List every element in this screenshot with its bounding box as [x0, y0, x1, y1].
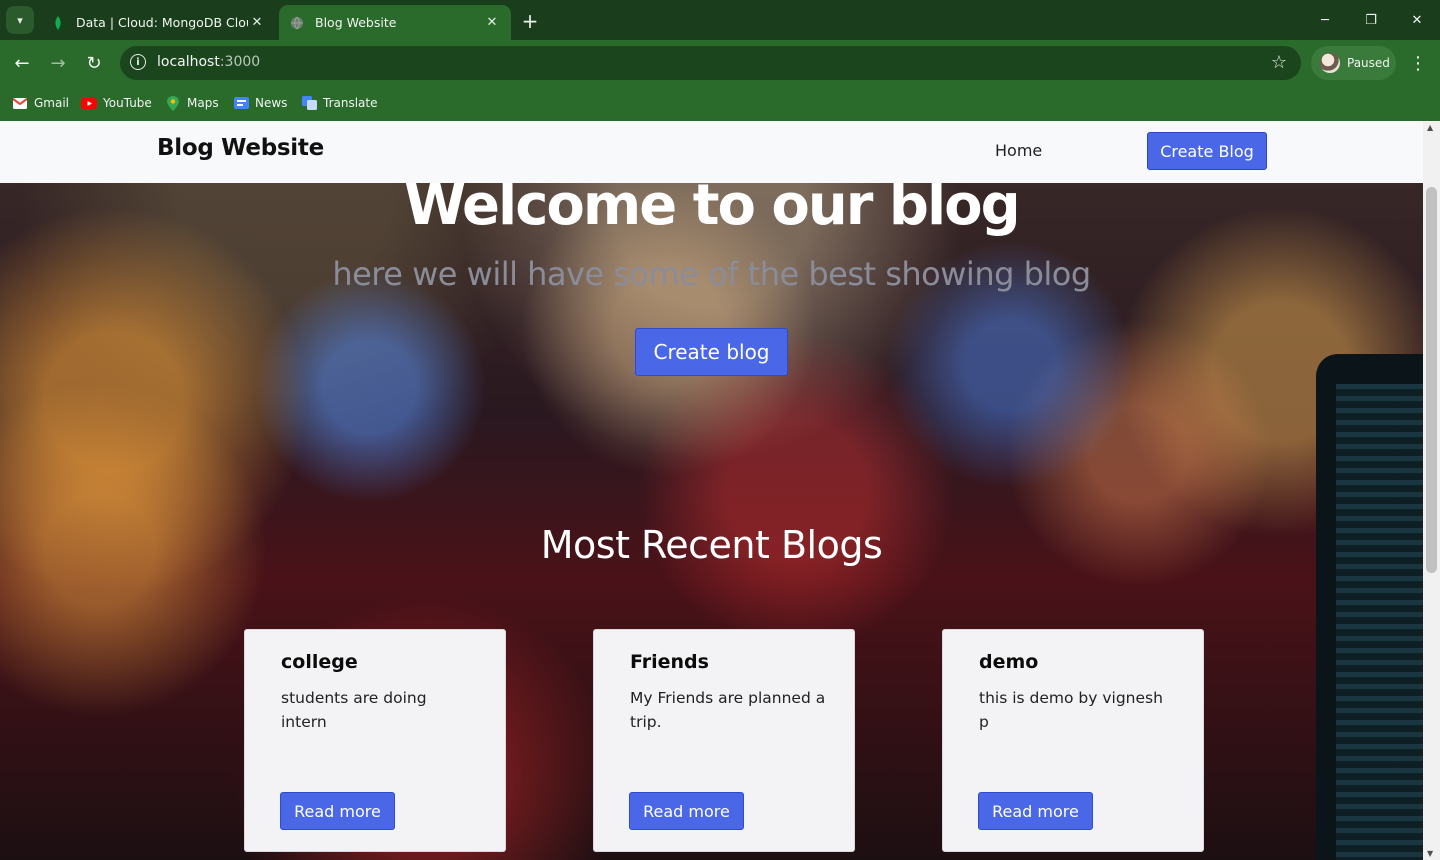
bookmark-label: Translate: [323, 96, 378, 110]
url-host: localhost: [157, 54, 220, 70]
globe-icon: [289, 15, 305, 31]
arrow-right-icon: →: [50, 52, 66, 74]
background-laptop: [1316, 354, 1423, 860]
chevron-down-icon: ▾: [17, 13, 23, 27]
plus-icon: +: [521, 9, 539, 33]
scrollbar-thumb[interactable]: [1426, 187, 1437, 573]
close-icon[interactable]: ✕: [248, 14, 266, 32]
tab-mongodb[interactable]: Data | Cloud: MongoDB Cloud ✕: [40, 5, 276, 40]
blog-card: demo this is demo by vignesh p Read more: [942, 629, 1204, 852]
blog-card: college students are doing intern Read m…: [244, 629, 506, 852]
read-more-button[interactable]: Read more: [280, 792, 395, 830]
kebab-menu-icon: ⋮: [1409, 52, 1427, 74]
bookmark-gmail[interactable]: Gmail: [12, 92, 69, 114]
hero-background-image: Welcome to our blog here we will have so…: [0, 121, 1423, 860]
reload-icon: ↻: [86, 52, 102, 74]
bookmark-maps[interactable]: Maps: [165, 92, 219, 114]
scroll-down-arrow-icon[interactable]: ▼: [1427, 849, 1433, 858]
gmail-icon: [12, 95, 28, 111]
blog-card-excerpt: students are doing intern: [281, 689, 427, 731]
bookmark-translate[interactable]: Translate: [301, 92, 378, 114]
page-scrollbar[interactable]: ▲ ▼: [1423, 121, 1440, 860]
bookmarks-bar: Gmail YouTube Maps News Translate: [0, 86, 1440, 121]
bookmark-label: Maps: [187, 96, 219, 110]
blog-card-title: college: [281, 651, 358, 673]
background-laptop-screen: [1336, 384, 1423, 860]
youtube-icon: [81, 95, 97, 111]
bookmark-label: News: [255, 96, 288, 110]
new-tab-button[interactable]: +: [518, 9, 542, 33]
hero-subtitle: here we will have some of the best showi…: [332, 255, 1091, 293]
nav-create-blog-button[interactable]: Create Blog: [1147, 132, 1267, 170]
bookmark-star-icon[interactable]: ☆: [1271, 52, 1287, 73]
tab-search-button[interactable]: ▾: [6, 6, 34, 34]
restore-button[interactable]: ❐: [1348, 0, 1394, 40]
bookmark-label: Gmail: [34, 96, 70, 110]
url-text[interactable]: localhost:3000: [157, 54, 260, 70]
hero-create-blog-button[interactable]: Create blog: [635, 328, 788, 376]
minimize-button[interactable]: ─: [1302, 0, 1348, 40]
url-port: :3000: [219, 54, 261, 70]
arrow-left-icon: ←: [14, 52, 30, 74]
maps-icon: [165, 95, 181, 111]
forward-button[interactable]: →: [44, 49, 72, 77]
bookmark-label: YouTube: [103, 96, 152, 110]
browser-menu-button[interactable]: ⋮: [1406, 49, 1430, 77]
bookmark-youtube[interactable]: YouTube: [81, 92, 152, 114]
profile-status: Paused: [1347, 56, 1390, 70]
read-more-button[interactable]: Read more: [629, 792, 744, 830]
page-viewport: Welcome to our blog here we will have so…: [0, 121, 1440, 860]
reload-button[interactable]: ↻: [80, 49, 108, 77]
translate-icon: [301, 95, 317, 111]
close-icon[interactable]: ✕: [483, 14, 501, 32]
close-icon: ✕: [1411, 12, 1423, 28]
mongodb-leaf-icon: [50, 15, 66, 31]
window-close-button[interactable]: ✕: [1394, 0, 1440, 40]
address-bar[interactable]: i localhost:3000 ☆: [120, 46, 1301, 80]
recent-blogs-heading: Most Recent Blogs: [540, 523, 883, 567]
tab-title: Blog Website: [315, 15, 397, 30]
site-navbar: Blog Website Home Create Blog: [0, 121, 1423, 183]
back-button[interactable]: ←: [8, 49, 36, 77]
bookmark-news[interactable]: News: [233, 92, 287, 114]
blog-card-excerpt: My Friends are planned a trip.: [630, 689, 826, 731]
blog-card-title: Friends: [630, 651, 709, 673]
restore-icon: ❐: [1365, 12, 1377, 28]
tab-blog-website[interactable]: Blog Website ✕: [279, 5, 511, 40]
browser-tab-strip: ▾ Data | Cloud: MongoDB Cloud ✕ Blog Web…: [0, 0, 1440, 40]
site-brand[interactable]: Blog Website: [157, 135, 324, 161]
site-info-icon[interactable]: i: [130, 54, 146, 70]
blog-card-excerpt: this is demo by vignesh p: [979, 689, 1163, 731]
avatar: [1320, 53, 1340, 73]
tab-title: Data | Cloud: MongoDB Cloud: [76, 15, 248, 30]
blog-card: Friends My Friends are planned a trip. R…: [593, 629, 855, 852]
browser-toolbar: ← → ↻ i localhost:3000 ☆ Paused ⋮: [0, 40, 1440, 86]
blog-card-title: demo: [979, 651, 1039, 673]
news-icon: [233, 95, 249, 111]
nav-home-link[interactable]: Home: [995, 141, 1042, 160]
scroll-up-arrow-icon[interactable]: ▲: [1427, 123, 1433, 132]
read-more-button[interactable]: Read more: [978, 792, 1093, 830]
profile-button[interactable]: Paused: [1311, 46, 1396, 80]
minimize-icon: ─: [1321, 12, 1329, 28]
